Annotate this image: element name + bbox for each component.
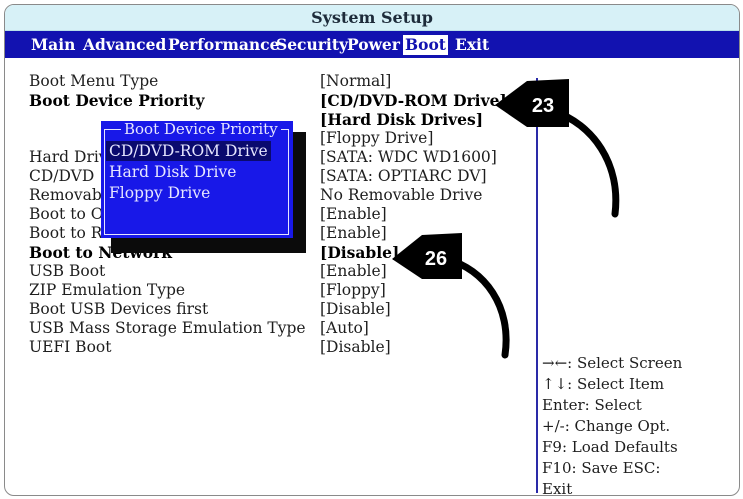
- setting-label-usb-mass-storage[interactable]: USB Mass Storage Emulation Type: [29, 319, 306, 338]
- setting-value-boot-priority-3[interactable]: [Floppy Drive]: [320, 129, 433, 148]
- setting-value-boot-to-network[interactable]: [Disable]: [320, 243, 399, 262]
- popup-option-hard-disk[interactable]: Hard Disk Drive: [106, 162, 239, 182]
- window-title: System Setup: [5, 5, 739, 31]
- setting-label-cd-dvd[interactable]: CD/DVD: [29, 167, 94, 186]
- setting-value-boot-to-re[interactable]: [Enable]: [320, 224, 387, 243]
- popup-title: Boot Device Priority: [121, 121, 281, 138]
- help-f9: F9: Load Defaults: [542, 438, 678, 456]
- setting-label-boot-to-re[interactable]: Boot to Re: [29, 224, 112, 243]
- setting-value-boot-priority-1[interactable]: [CD/DVD-ROM Drive]: [320, 91, 507, 110]
- menu-bar: Main Advanced Performance Security Power…: [5, 31, 739, 58]
- help-exit: Exit: [542, 480, 573, 496]
- setting-label-zip-emulation[interactable]: ZIP Emulation Type: [29, 281, 185, 300]
- setting-value-uefi-boot[interactable]: [Disable]: [320, 338, 391, 357]
- menu-performance[interactable]: Performance: [166, 35, 281, 55]
- popup-option-cd-dvd[interactable]: CD/DVD-ROM Drive: [106, 141, 271, 161]
- boot-priority-popup: Boot Device Priority CD/DVD-ROM Drive Ha…: [101, 121, 293, 238]
- setting-value-boot-to-o[interactable]: [Enable]: [320, 205, 387, 224]
- setting-value-cd-dvd[interactable]: [SATA: OPTIARC DV]: [320, 167, 487, 186]
- menu-security[interactable]: Security: [274, 35, 350, 55]
- setting-value-usb-boot[interactable]: [Enable]: [320, 262, 387, 281]
- setting-label-uefi-boot[interactable]: UEFI Boot: [29, 338, 111, 357]
- bios-window: System Setup Main Advanced Performance S…: [4, 4, 740, 496]
- setting-value-boot-menu-type[interactable]: [Normal]: [320, 72, 391, 91]
- callout-26-number: 26: [425, 248, 447, 270]
- setting-value-removable[interactable]: No Removable Drive: [320, 186, 482, 205]
- setting-value-zip-emulation[interactable]: [Floppy]: [320, 281, 386, 300]
- help-select-item: ↑↓: Select Item: [542, 375, 665, 393]
- callout-26: 26: [392, 233, 510, 359]
- help-f10: F10: Save ESC:: [542, 459, 661, 477]
- setting-value-boot-priority-2[interactable]: [Hard Disk Drives]: [320, 110, 483, 129]
- help-enter: Enter: Select: [542, 396, 642, 414]
- setting-value-boot-usb-first[interactable]: [Disable]: [320, 300, 391, 319]
- menu-main[interactable]: Main: [29, 35, 77, 55]
- callout-23: 23: [495, 79, 620, 218]
- setting-value-hard-drive[interactable]: [SATA: WDC WD1600]: [320, 148, 497, 167]
- help-select-screen: →←: Select Screen: [542, 354, 683, 372]
- setting-label-usb-boot[interactable]: USB Boot: [29, 262, 105, 281]
- setting-label-boot-to-o[interactable]: Boot to O: [29, 205, 103, 224]
- menu-advanced[interactable]: Advanced: [81, 35, 168, 55]
- menu-boot[interactable]: Boot: [403, 35, 448, 55]
- help-change-opt: +/-: Change Opt.: [542, 417, 671, 435]
- setting-label-boot-usb-first[interactable]: Boot USB Devices first: [29, 300, 208, 319]
- setting-label-boot-menu-type[interactable]: Boot Menu Type: [29, 72, 158, 91]
- popup-option-floppy[interactable]: Floppy Drive: [106, 183, 213, 203]
- callout-23-number: 23: [532, 95, 554, 117]
- menu-power[interactable]: Power: [345, 35, 402, 55]
- setting-label-boot-device-priority[interactable]: Boot Device Priority: [29, 91, 205, 110]
- setting-value-usb-mass-storage[interactable]: [Auto]: [320, 319, 369, 338]
- menu-exit[interactable]: Exit: [453, 35, 491, 55]
